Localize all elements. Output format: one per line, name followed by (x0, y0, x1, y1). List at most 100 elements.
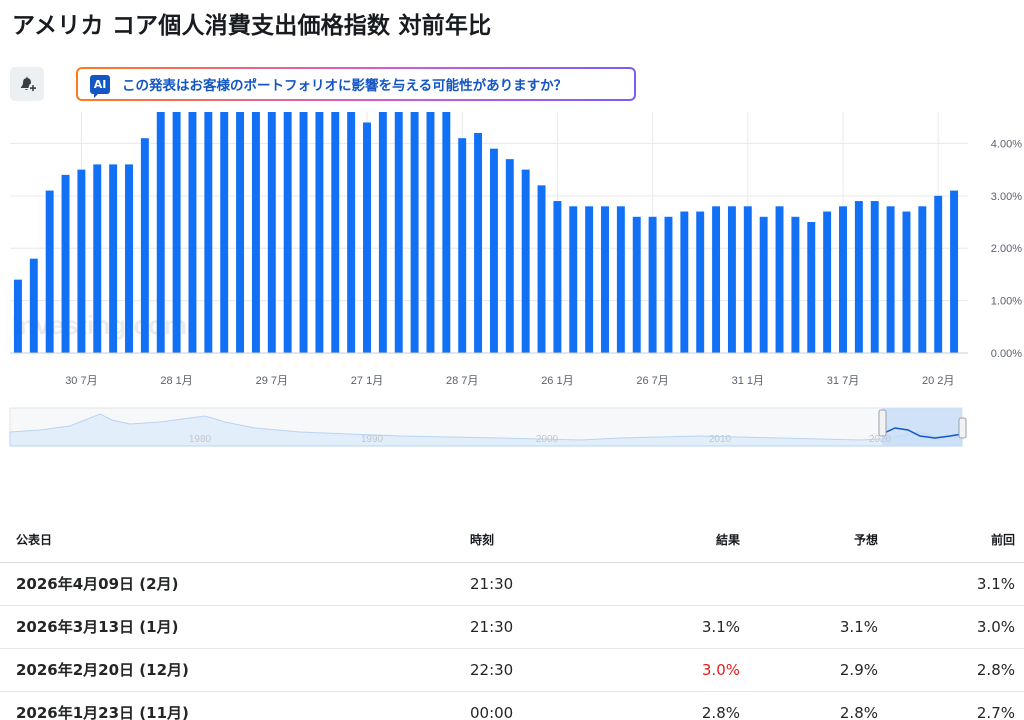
y-tick-label: 0.00% (991, 348, 1022, 360)
row-time: 00:00 (470, 691, 600, 720)
bar[interactable] (791, 216, 800, 353)
bar[interactable] (378, 112, 387, 353)
ai-portfolio-banner[interactable]: AI この発表はお客様のポートフォリオに影響を与える可能性がありますか？ (76, 67, 636, 101)
bar[interactable] (712, 206, 721, 353)
x-tick-label: 31 7月 (827, 375, 859, 387)
x-tick-label: 28 7月 (446, 375, 478, 387)
x-tick-label: 26 7月 (636, 375, 668, 387)
bar[interactable] (950, 190, 959, 353)
bar[interactable] (632, 216, 641, 353)
bar[interactable] (220, 112, 229, 353)
bar[interactable] (918, 206, 927, 353)
row-forecast (740, 562, 878, 606)
y-tick-label: 4.00% (991, 138, 1022, 150)
navigator-year-label: 1990 (361, 434, 384, 445)
bar[interactable] (839, 206, 847, 353)
row-time: 21:30 (470, 562, 600, 606)
row-previous: 3.0% (878, 605, 1024, 649)
bar[interactable] (505, 159, 514, 353)
table-row: 2026年2月20日 (12月) 22:30 3.0% 2.9% 2.8% (0, 648, 1024, 692)
bar[interactable] (13, 279, 22, 353)
bar[interactable] (616, 206, 625, 353)
bar[interactable] (442, 112, 451, 353)
row-actual: 3.1% (600, 605, 740, 649)
bar[interactable] (299, 112, 308, 353)
range-navigator[interactable]: 1980 1990 2000 2010 2020 (0, 406, 1024, 448)
table-header-row: 公表日 時刻 結果 予想 前回 (0, 518, 1024, 563)
bar[interactable] (363, 122, 371, 353)
bar[interactable] (458, 138, 467, 353)
bar[interactable] (474, 132, 483, 353)
bar[interactable] (204, 112, 213, 353)
x-tick-label: 28 1月 (160, 375, 192, 387)
bar[interactable] (109, 164, 118, 353)
row-forecast: 3.1% (740, 605, 878, 649)
bar[interactable] (680, 211, 689, 353)
bar[interactable] (489, 148, 498, 353)
bar[interactable] (236, 112, 245, 353)
bar[interactable] (664, 216, 673, 353)
bar[interactable] (426, 112, 435, 353)
bar[interactable] (521, 169, 530, 353)
bar[interactable] (537, 185, 546, 353)
bar[interactable] (553, 201, 562, 353)
bar[interactable] (331, 112, 340, 353)
add-alert-button[interactable] (10, 67, 44, 101)
bar[interactable] (902, 211, 911, 353)
release-history-table: 公表日 時刻 結果 予想 前回 2026年4月09日 (2月) 21:30 3.… (0, 518, 1024, 720)
bar[interactable] (77, 169, 86, 353)
bar[interactable] (886, 206, 895, 353)
bar[interactable] (267, 112, 276, 353)
bar[interactable] (29, 258, 38, 353)
bar[interactable] (696, 211, 705, 353)
navigator-year-label: 2010 (709, 434, 732, 445)
bar[interactable] (775, 206, 784, 353)
bar[interactable] (601, 206, 609, 353)
bar[interactable] (61, 174, 70, 353)
bar[interactable] (585, 206, 594, 353)
header-date[interactable]: 公表日 (0, 518, 470, 563)
bar-chart[interactable]: 30 7月 28 1月 29 7月 27 1月 28 7月 26 1月 26 7月 31 1月… (0, 110, 1024, 400)
bar[interactable] (870, 201, 879, 353)
bar[interactable] (156, 112, 165, 353)
bar[interactable] (283, 112, 292, 353)
row-forecast: 2.9% (740, 648, 878, 692)
bar[interactable] (823, 211, 832, 353)
bar[interactable] (934, 195, 943, 353)
header-actual[interactable]: 結果 (600, 518, 740, 563)
bar[interactable] (315, 112, 324, 353)
header-time[interactable]: 時刻 (470, 518, 600, 563)
header-forecast[interactable]: 予想 (740, 518, 878, 563)
navigator-selected-range (882, 408, 962, 446)
row-previous: 3.1% (878, 562, 1024, 606)
bar[interactable] (394, 112, 403, 353)
bar[interactable] (743, 206, 752, 353)
page-title: アメリカ コア個人消費支出価格指数 対前年比 (12, 13, 492, 39)
bar[interactable] (347, 112, 356, 353)
bar[interactable] (569, 206, 578, 353)
bar[interactable] (172, 112, 181, 353)
row-previous: 2.7% (878, 691, 1024, 720)
bar[interactable] (648, 216, 657, 353)
row-time: 21:30 (470, 605, 600, 649)
navigator-left-handle[interactable] (878, 409, 887, 437)
bar[interactable] (410, 112, 419, 353)
bar[interactable] (251, 112, 260, 353)
bar[interactable] (759, 216, 768, 353)
header-previous[interactable]: 前回 (878, 518, 1024, 563)
navigator-year-label: 1980 (189, 434, 212, 445)
bar[interactable] (45, 190, 54, 353)
bar[interactable] (807, 222, 816, 353)
bar[interactable] (125, 164, 133, 353)
x-tick-label: 26 1月 (541, 375, 573, 387)
bar[interactable] (188, 112, 197, 353)
x-tick-label: 31 1月 (732, 375, 764, 387)
bar[interactable] (727, 206, 736, 353)
bar[interactable] (140, 138, 149, 353)
navigator-right-handle[interactable] (958, 417, 967, 439)
ai-icon: AI (90, 74, 110, 98)
bar[interactable] (854, 201, 863, 353)
bar[interactable] (93, 164, 102, 353)
row-actual (600, 562, 740, 606)
row-time: 22:30 (470, 648, 600, 692)
